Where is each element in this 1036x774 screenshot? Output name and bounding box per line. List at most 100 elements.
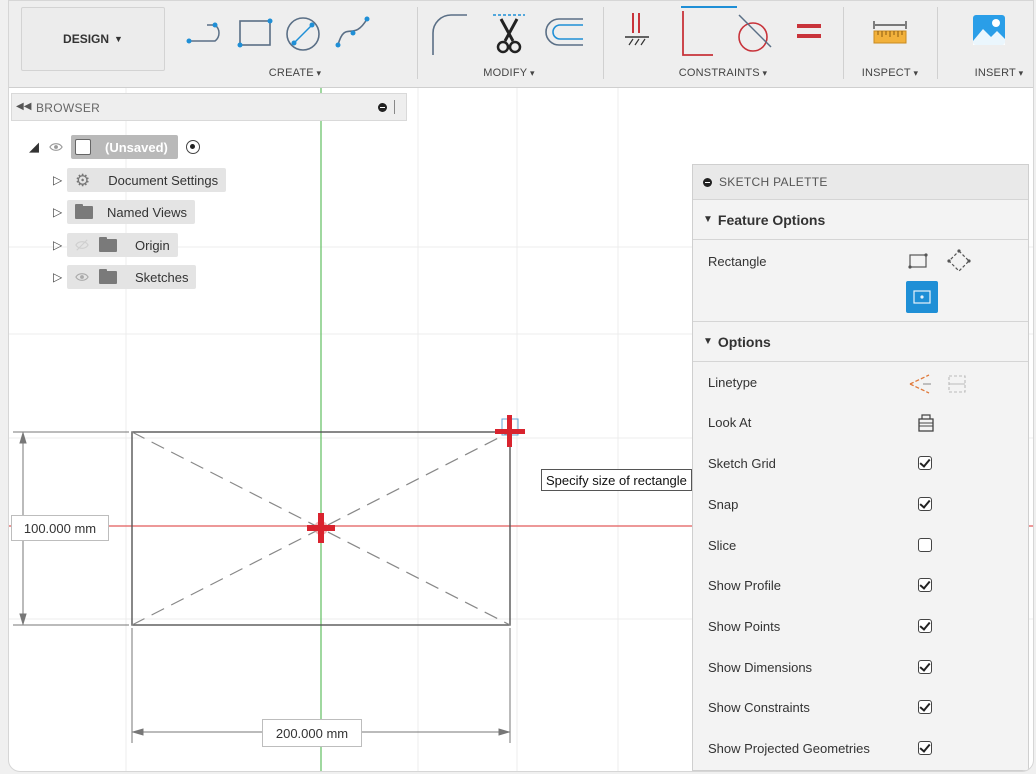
folder-icon xyxy=(75,203,93,219)
root-component-chip[interactable]: (Unsaved) xyxy=(71,135,178,159)
center-crosshair-icon xyxy=(307,513,335,543)
construction-line-icon[interactable] xyxy=(907,371,933,397)
toolbar-divider xyxy=(417,7,418,79)
origin-chip[interactable]: Origin xyxy=(67,233,178,257)
trim-icon[interactable] xyxy=(489,9,529,57)
root-label: (Unsaved) xyxy=(105,139,168,155)
rectangle-size-tooltip: Specify size of rectangle xyxy=(541,469,692,491)
options-header[interactable]: ▼ Options xyxy=(693,322,1028,362)
tangent-icon[interactable] xyxy=(735,11,775,53)
browser-title: BROWSER xyxy=(36,101,101,115)
circle-icon[interactable] xyxy=(283,15,323,53)
chevron-down-icon: ▼ xyxy=(114,34,123,44)
folder-icon xyxy=(99,268,117,284)
centerline-icon[interactable] xyxy=(945,371,969,397)
expand-triangle-icon[interactable]: ▷ xyxy=(53,205,67,219)
show-constraints-checkbox[interactable] xyxy=(918,700,932,714)
tree-item-label: Document Settings xyxy=(108,172,219,188)
spline-icon[interactable] xyxy=(333,13,373,51)
perpendicular-icon[interactable] xyxy=(677,5,741,57)
offset-icon[interactable] xyxy=(543,15,587,51)
inspect-menu[interactable]: INSPECT xyxy=(845,67,935,79)
feature-options-header[interactable]: ▼ Feature Options xyxy=(693,200,1028,240)
option-label: Show Profile xyxy=(708,578,781,593)
eye-icon[interactable] xyxy=(75,270,89,284)
eye-hidden-icon[interactable] xyxy=(75,238,89,252)
create-group: CREATE xyxy=(177,1,413,87)
expand-triangle-icon[interactable]: ▷ xyxy=(53,270,67,284)
option-row-linetype: Linetype xyxy=(693,363,1028,403)
insert-menu[interactable]: INSERT xyxy=(965,67,1033,79)
document-settings-chip[interactable]: ⚙ Document Settings xyxy=(67,168,227,192)
minimize-icon[interactable] xyxy=(378,103,387,112)
tree-item-label: Sketches xyxy=(135,269,189,285)
width-dimension-input[interactable]: 200.000 mm xyxy=(262,719,362,747)
collapse-left-icon[interactable]: ◀◀ xyxy=(16,101,31,112)
equal-icon[interactable] xyxy=(795,21,823,43)
show-dimensions-checkbox[interactable] xyxy=(918,660,932,674)
sketch-palette: SKETCH PALETTE ▼ Feature Options Rectang… xyxy=(692,164,1029,771)
three-point-rectangle-icon[interactable] xyxy=(947,249,971,273)
constraints-group: CONSTRAINTS xyxy=(605,1,841,87)
coincident-fix-icon[interactable] xyxy=(623,11,651,53)
option-label: Snap xyxy=(708,497,739,512)
measure-icon[interactable] xyxy=(872,17,908,47)
two-point-rectangle-icon[interactable] xyxy=(907,251,929,271)
component-icon xyxy=(75,139,91,155)
option-label: Look At xyxy=(708,415,752,430)
toolbar-divider xyxy=(843,7,844,79)
collapse-triangle-icon[interactable]: ◢ xyxy=(29,139,49,155)
folder-icon xyxy=(99,236,117,252)
named-views-chip[interactable]: Named Views xyxy=(67,200,195,224)
option-row-show-dimensions: Show Dimensions xyxy=(693,648,1028,688)
modify-menu[interactable]: MODIFY xyxy=(419,67,599,79)
modify-group: MODIFY xyxy=(419,1,599,87)
expand-triangle-icon[interactable]: ▷ xyxy=(53,173,67,187)
show-profile-checkbox[interactable] xyxy=(918,578,932,592)
option-label: Show Constraints xyxy=(708,700,810,715)
tree-item-sketches[interactable]: ▷ Sketches xyxy=(53,265,197,289)
fillet-icon[interactable] xyxy=(427,9,469,57)
look-at-icon[interactable] xyxy=(917,413,935,433)
center-rectangle-button[interactable] xyxy=(906,281,938,313)
snap-checkbox[interactable] xyxy=(918,497,932,511)
sketch-grid-checkbox[interactable] xyxy=(918,456,932,470)
sketches-chip[interactable]: Sketches xyxy=(67,265,197,289)
caret-down-icon: ▼ xyxy=(703,336,713,347)
height-dimension-input[interactable]: 100.000 mm xyxy=(11,515,109,541)
section-label: Feature Options xyxy=(717,211,826,228)
tree-item-origin[interactable]: ▷ Origin xyxy=(53,233,178,257)
tree-root[interactable]: ◢ (Unsaved) xyxy=(29,135,200,159)
minimize-icon[interactable] xyxy=(703,178,712,187)
rectangle-label: Rectangle xyxy=(708,254,767,269)
center-rectangle-icon xyxy=(913,290,931,304)
create-menu[interactable]: CREATE xyxy=(177,67,413,79)
option-row-show-points: Show Points xyxy=(693,607,1028,647)
option-label: Slice xyxy=(708,538,737,553)
option-label: Linetype xyxy=(708,375,758,390)
option-label: Show Dimensions xyxy=(708,660,813,675)
show-points-checkbox[interactable] xyxy=(918,619,932,633)
insert-image-icon[interactable] xyxy=(971,13,1007,47)
tree-item-document-settings[interactable]: ▷ ⚙ Document Settings xyxy=(53,168,227,192)
option-row-slice: Slice xyxy=(693,526,1028,566)
eye-icon[interactable] xyxy=(49,140,63,154)
expand-triangle-icon[interactable]: ▷ xyxy=(53,238,67,252)
show-projected-geometries-checkbox[interactable] xyxy=(918,741,932,755)
slice-checkbox[interactable] xyxy=(918,538,932,552)
panel-grip-icon[interactable] xyxy=(394,100,395,114)
activate-radio-icon[interactable] xyxy=(185,140,200,154)
inspect-group: INSPECT xyxy=(845,1,935,87)
option-row-show-constraints: Show Constraints xyxy=(693,688,1028,728)
line-icon[interactable] xyxy=(185,17,229,51)
tree-item-named-views[interactable]: ▷ Named Views xyxy=(53,200,195,224)
browser-panel: ◀◀ BROWSER ◢ (Unsaved) ▷ ⚙ Document Sett… xyxy=(9,89,411,289)
section-label: Options xyxy=(717,333,771,350)
rectangle-icon[interactable] xyxy=(235,17,275,51)
sketch-palette-header: SKETCH PALETTE xyxy=(693,165,1028,200)
option-label: Show Projected Geometries xyxy=(708,741,870,756)
constraints-menu[interactable]: CONSTRAINTS xyxy=(605,67,841,79)
toolbar-divider xyxy=(603,7,604,79)
tree-item-label: Origin xyxy=(135,237,170,253)
design-workspace-button[interactable]: DESIGN ▼ xyxy=(21,7,165,71)
